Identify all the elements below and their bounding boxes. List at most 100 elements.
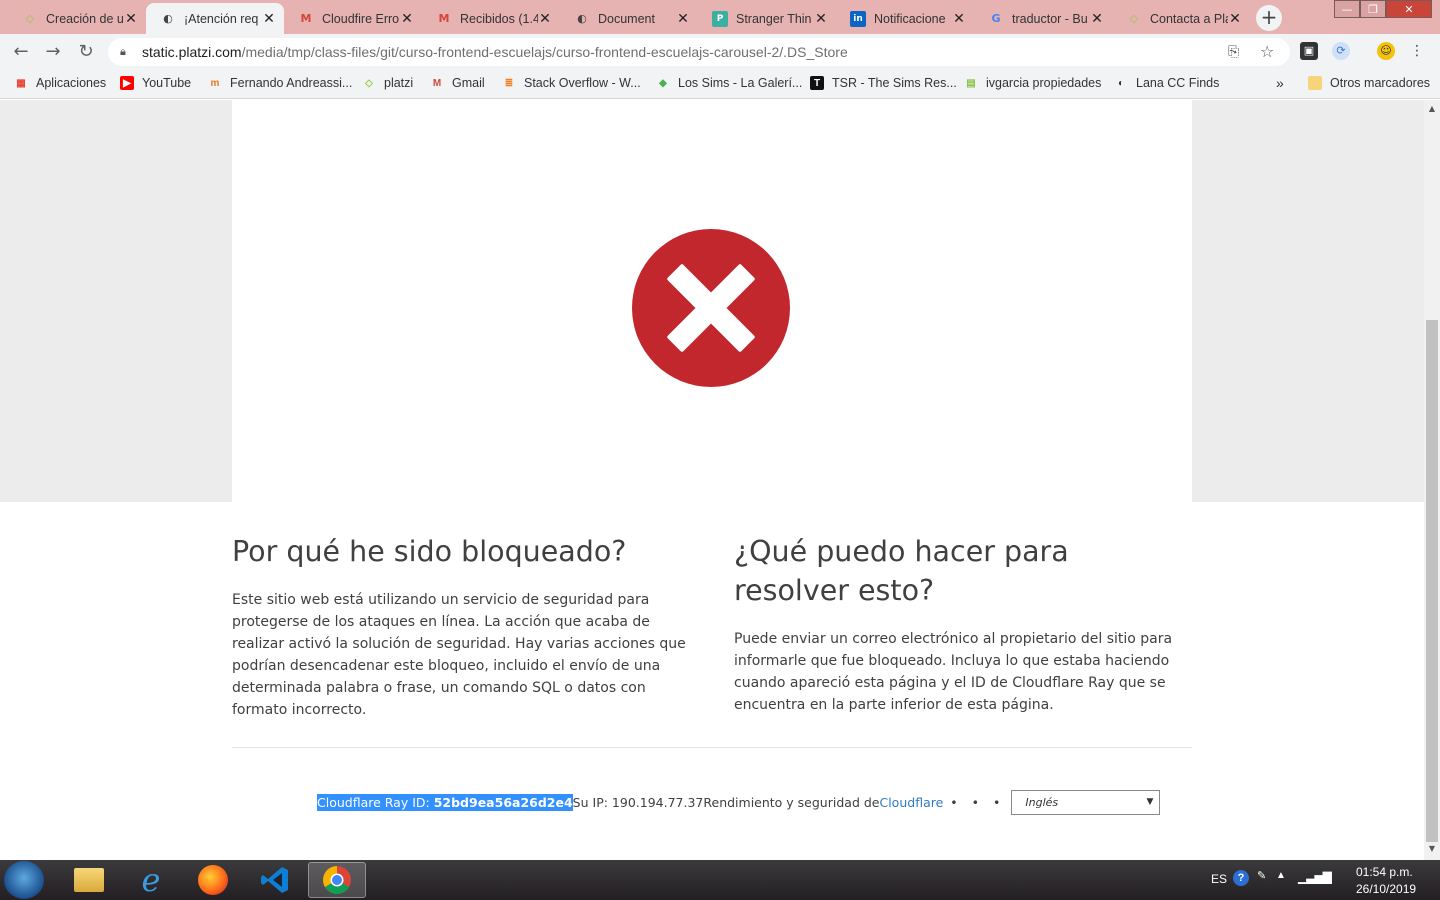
globe-icon: ◐ <box>163 12 173 25</box>
stackoverflow-icon: ≣ <box>504 77 514 89</box>
menu-kebab-icon[interactable]: ⋮ <box>1408 42 1426 60</box>
youtube-icon: ▶ <box>120 76 134 90</box>
tab-title: Notificacione <box>874 11 946 26</box>
bookmark-label: platzi <box>384 76 414 90</box>
bookmark-label: ivgarcia propiedades <box>986 76 1102 90</box>
close-window-button[interactable]: ✕ <box>1386 0 1432 18</box>
language-select[interactable]: Inglés ▼ <box>1011 789 1161 815</box>
extension-icon[interactable]: ▣ <box>1300 42 1318 60</box>
forward-button[interactable]: → <box>42 41 64 63</box>
browser-tab[interactable]: ◐ ¡Atención req ✕ <box>146 3 284 34</box>
why-blocked-text: Este sitio web está utilizando un servic… <box>232 592 686 718</box>
scroll-down-arrow-icon[interactable]: ▼ <box>1424 844 1440 853</box>
chrome-taskbar-button[interactable] <box>308 862 366 898</box>
sync-extension-icon[interactable]: ⟳ <box>1332 42 1350 60</box>
browser-tab[interactable]: ◇ Creación de u ✕ <box>8 3 146 34</box>
tab-strip: ◇ Creación de u ✕ ◐ ¡Atención req ✕ M Cloudfire… <box>0 0 1440 34</box>
why-blocked-heading: Por qué he sido bloqueado? <box>232 535 627 568</box>
bookmark-label: Los Sims - La Galerí... <box>678 76 803 90</box>
vscode-taskbar-button[interactable] <box>246 862 304 898</box>
internet-explorer-taskbar-button[interactable]: e <box>122 862 180 898</box>
bookmark-label: Fernando Andreassi... <box>230 76 353 90</box>
folder-icon <box>74 868 104 892</box>
browser-tab[interactable]: ◐ Document ✕ <box>560 3 698 34</box>
minimize-button[interactable]: — <box>1334 0 1360 18</box>
tab-title: Creación de u <box>46 11 124 26</box>
browser-tab[interactable]: ◇ Contacta a Pla ✕ <box>1112 3 1250 34</box>
tab-title: Contacta a Pla <box>1150 11 1228 26</box>
bookmark-item[interactable]: ≣ Stack Overflow - W... <box>502 76 641 90</box>
bookmark-item[interactable]: M Gmail <box>430 76 485 90</box>
help-icon[interactable]: ? <box>1233 870 1249 886</box>
browser-tab[interactable]: in Notificacione ✕ <box>836 3 974 34</box>
gmail-icon: M <box>438 12 450 25</box>
bookmark-star-icon[interactable]: ☆ <box>1260 42 1274 61</box>
address-toolbar: ← → ↻ 🔒︎ static.platzi.com/media/tmp/cla… <box>0 34 1440 70</box>
ray-id-label: Cloudflare Ray ID: <box>317 794 434 810</box>
bookmark-item[interactable]: m Fernando Andreassi... <box>208 76 353 90</box>
browser-tab[interactable]: P Stranger Thin ✕ <box>698 3 836 34</box>
tab-close-icon[interactable]: ✕ <box>124 11 138 27</box>
tab-close-icon[interactable]: ✕ <box>400 11 414 27</box>
ray-id: Cloudflare Ray ID: 52bd9ea56a26d2e4 <box>317 793 573 811</box>
bookmark-item[interactable]: ▶ YouTube <box>120 76 191 90</box>
platzi-icon: ◇ <box>365 77 373 89</box>
bookmark-item[interactable]: ◐ Lana CC Finds <box>1114 76 1219 90</box>
other-bookmarks-folder[interactable]: Otros marcadores <box>1308 76 1430 90</box>
gmail-icon: M <box>432 77 442 89</box>
what-to-do-heading: ¿Qué puedo hacer para resolver esto? <box>734 535 1069 607</box>
platzi-icon: ◇ <box>25 12 35 25</box>
bookmark-label: Stack Overflow - W... <box>524 76 641 90</box>
reload-button[interactable]: ↻ <box>75 41 97 63</box>
bookmark-item[interactable]: T TSR - The Sims Res... <box>810 76 957 90</box>
sheet-icon: ▤ <box>966 77 976 89</box>
tab-title: ¡Atención req <box>184 11 259 26</box>
scroll-up-arrow-icon[interactable]: ▲ <box>1424 104 1440 113</box>
tab-close-icon[interactable]: ✕ <box>814 11 828 27</box>
firefox-taskbar-button[interactable] <box>184 862 242 898</box>
what-to-do-text: Puede enviar un correo electrónico al pr… <box>734 631 1173 713</box>
clock-time[interactable]: 01:54 p.m. <box>1356 865 1413 879</box>
tab-close-icon[interactable]: ✕ <box>1090 11 1104 27</box>
browser-tab[interactable]: M Cloudfire Erro ✕ <box>284 3 422 34</box>
profile-avatar[interactable]: ☺ <box>1377 42 1395 60</box>
back-button[interactable]: ← <box>10 41 32 63</box>
windows-taskbar: e ES ? ✎ ▲ ▁▃▅▇ 🔊︎ 01:54 p.m. 26/10/2019 <box>0 860 1440 900</box>
clock-date[interactable]: 26/10/2019 <box>1356 882 1416 896</box>
file-explorer-taskbar-button[interactable] <box>60 862 118 898</box>
bookmark-item[interactable]: ◆ Los Sims - La Galerí... <box>656 76 802 90</box>
start-button[interactable] <box>4 861 44 899</box>
bookmark-item[interactable]: ▦ Aplicaciones <box>14 76 106 90</box>
language-indicator[interactable]: ES <box>1211 872 1227 886</box>
platzi-icon: ◇ <box>1129 12 1139 25</box>
bookmark-item[interactable]: ▤ ivgarcia propiedades <box>964 76 1101 90</box>
fernando-icon: m <box>210 77 220 89</box>
address-bar[interactable]: 🔒︎ static.platzi.com/media/tmp/class-fil… <box>108 38 1290 66</box>
volume-icon[interactable]: 🔊︎ <box>1322 869 1331 886</box>
browser-tab[interactable]: Gtraductor - Bu ✕ <box>974 3 1112 34</box>
pen-icon[interactable]: ✎ <box>1257 869 1266 882</box>
tab-close-icon[interactable]: ✕ <box>676 11 690 27</box>
show-hidden-icons-icon[interactable]: ▲ <box>1276 870 1286 881</box>
tab-close-icon[interactable]: ✕ <box>262 11 276 27</box>
browser-tab[interactable]: M Recibidos (1.4 ✕ <box>422 3 560 34</box>
new-tab-button[interactable]: + <box>1256 5 1282 31</box>
performance-text: Rendimiento y seguridad de <box>703 794 880 810</box>
tab-close-icon[interactable]: ✕ <box>1228 11 1242 27</box>
bookmarks-overflow-button[interactable]: » <box>1276 75 1284 91</box>
translate-icon[interactable]: ⎘ <box>1228 44 1239 60</box>
scroll-thumb[interactable] <box>1426 320 1438 842</box>
firefox-icon <box>198 865 228 895</box>
other-bookmarks-label: Otros marcadores <box>1330 76 1431 90</box>
tab-title: Cloudfire Erro <box>322 11 400 26</box>
bookmark-item[interactable]: ◇ platzi <box>362 76 413 90</box>
tab-close-icon[interactable]: ✕ <box>538 11 552 27</box>
footer-dot: • <box>993 794 1001 810</box>
bookmark-label: Aplicaciones <box>36 76 107 90</box>
tab-close-icon[interactable]: ✕ <box>952 11 966 27</box>
cloudflare-link[interactable]: Cloudflare <box>879 795 943 810</box>
maximize-button[interactable]: ❐ <box>1360 0 1386 18</box>
page-scrollbar[interactable]: ▲ ▼ <box>1424 100 1440 860</box>
tab-title: Stranger Thin <box>736 11 812 26</box>
page-viewport: Por qué he sido bloqueado? Este sitio we… <box>0 100 1424 860</box>
